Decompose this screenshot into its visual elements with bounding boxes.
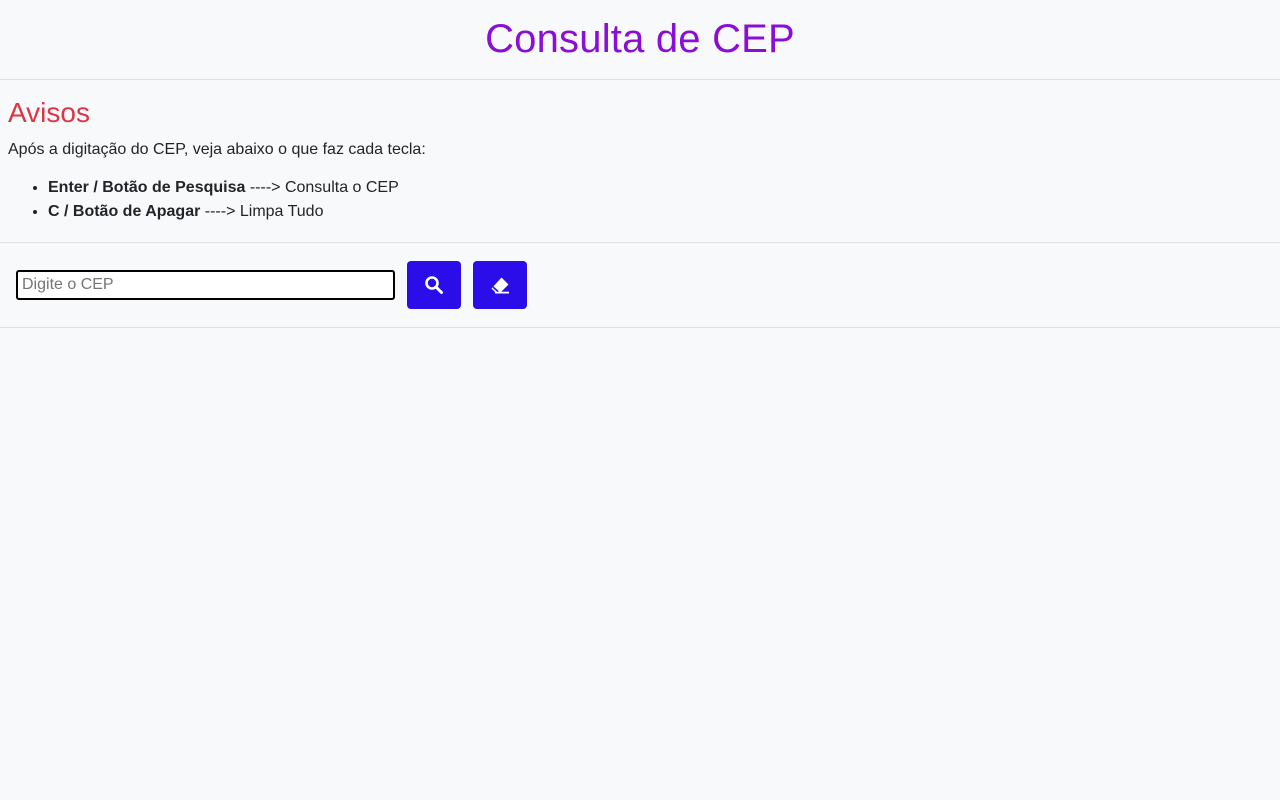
search-button[interactable]	[407, 261, 461, 309]
page-title: Consulta de CEP	[485, 17, 795, 61]
list-item-key: C / Botão de Apagar	[48, 203, 201, 220]
list-item-action: ----> Limpa Tudo	[200, 203, 324, 220]
avisos-section: Avisos Após a digitação do CEP, veja aba…	[0, 80, 1280, 243]
list-item-key: Enter / Botão de Pesquisa	[48, 179, 246, 196]
search-icon	[424, 275, 444, 295]
cep-input[interactable]	[16, 270, 395, 300]
avisos-heading: Avisos	[8, 97, 90, 128]
list-item: C / Botão de Apagar ----> Limpa Tudo	[48, 200, 1272, 224]
avisos-list: Enter / Botão de Pesquisa ----> Consulta…	[8, 176, 1272, 224]
list-item: Enter / Botão de Pesquisa ----> Consulta…	[48, 176, 1272, 200]
list-item-action: ----> Consulta o CEP	[245, 179, 399, 196]
search-row	[0, 243, 1280, 328]
page-header: Consulta de CEP	[0, 0, 1280, 80]
eraser-icon	[489, 275, 511, 295]
clear-button[interactable]	[473, 261, 527, 309]
avisos-intro: Após a digitação do CEP, veja abaixo o q…	[8, 141, 426, 158]
